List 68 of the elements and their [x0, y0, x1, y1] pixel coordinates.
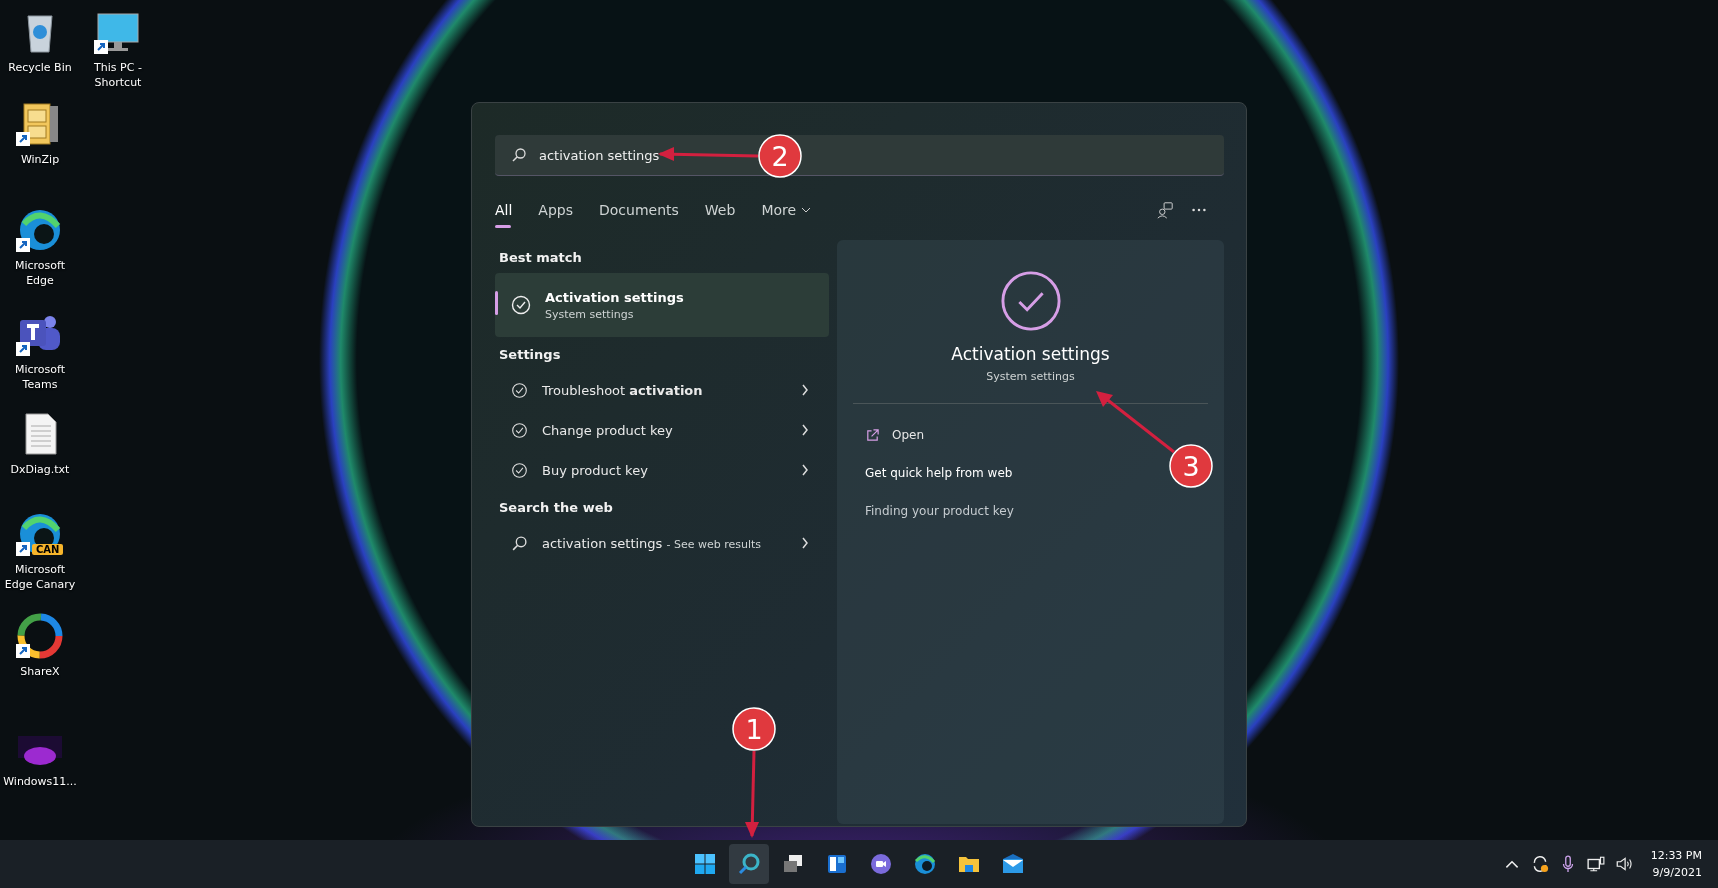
search-query: activation settings [539, 147, 660, 163]
chevron-right-icon [801, 537, 809, 549]
chevron-right-icon [801, 464, 809, 476]
result-label: Change product key [542, 422, 674, 438]
step-number: 1 [745, 714, 763, 745]
filter-tab[interactable]: More [753, 192, 820, 228]
step-marker [1169, 444, 1213, 488]
ring-logo-icon[interactable] [16, 612, 64, 660]
desktop-icon-label[interactable]: Recycle Bin [8, 60, 72, 75]
widgets-icon [825, 852, 849, 876]
step-number: 2 [771, 141, 789, 172]
filter-tab[interactable]: Apps [530, 192, 581, 228]
filter-tab[interactable]: Web [696, 192, 744, 228]
speaker-icon[interactable] [1614, 855, 1633, 873]
result-label: Buy product key [542, 462, 649, 478]
section-heading: Settings [498, 346, 562, 364]
settings-result[interactable]: Buy product key [495, 450, 829, 490]
network-monitor-icon[interactable] [1586, 855, 1605, 873]
desktop-icon-label[interactable]: Microsoft Teams [2, 362, 78, 392]
step-marker [732, 707, 776, 751]
help-link[interactable]: Finding your product key [853, 492, 1014, 530]
result-label: Troubleshoot activation [542, 382, 704, 398]
preview-title: Activation settings [951, 344, 1110, 364]
check-circle-icon [511, 461, 528, 479]
step-number: 3 [1182, 451, 1200, 482]
help-heading: Get quick help from web [864, 465, 1013, 482]
desktop-icon-label[interactable]: This PC - Shortcut [80, 60, 156, 90]
result-label: activation settings - See web results [542, 535, 763, 551]
search-button[interactable] [729, 844, 769, 884]
envelope-icon [1001, 852, 1025, 876]
browser-logo-icon [913, 852, 937, 876]
section-heading: Search the web [498, 499, 614, 517]
filter-tab[interactable]: Documents [591, 192, 687, 228]
preview-subtitle: System settings [986, 370, 1075, 383]
desktop-icon-label[interactable]: ShareX [20, 664, 60, 679]
settings-result[interactable]: Troubleshoot activation [495, 370, 829, 410]
clock[interactable]: 12:33 PM 9/9/2021 [1642, 847, 1710, 881]
result-title: Activation settings [545, 289, 684, 305]
chevron-right-icon [801, 384, 809, 396]
search-icon [737, 852, 761, 876]
people-chat-icon[interactable] [1156, 201, 1174, 219]
open-link[interactable]: Open [853, 416, 925, 454]
desktop-icon-label[interactable]: Microsoft Edge Canary [2, 562, 78, 592]
canary-badge: CAN [32, 544, 64, 555]
check-circle-icon [511, 421, 528, 439]
windows-logo-icon [693, 852, 717, 876]
check-circle-icon [999, 270, 1062, 332]
check-circle-icon [511, 381, 528, 399]
chevron-right-icon [801, 424, 809, 436]
desktop-icon-label[interactable]: DxDiag.txt [10, 462, 70, 477]
open-external-icon [865, 427, 880, 443]
clock-time: 12:33 PM [1650, 848, 1702, 864]
section-heading: Best match [498, 249, 583, 267]
result-subtitle: System settings [545, 307, 635, 321]
best-match-result[interactable]: Activation settings System settings [495, 273, 829, 337]
clock-date: 9/9/2021 [1652, 865, 1702, 881]
search-icon [511, 534, 528, 552]
chevron-down-icon [801, 207, 812, 213]
filter-tab[interactable]: All [495, 192, 521, 228]
desktop-icon-label[interactable]: Microsoft Edge [2, 258, 78, 288]
check-circle-icon [511, 295, 531, 315]
web-search-result[interactable]: activation settings - See web results [495, 523, 829, 563]
step-marker [758, 134, 802, 178]
desktop-icon-label[interactable]: Windows11... [3, 774, 77, 789]
desktop-icon-label[interactable]: WinZip [20, 152, 60, 167]
search-icon [511, 147, 527, 163]
settings-result[interactable]: Change product key [495, 410, 829, 450]
video-chat-icon [869, 852, 893, 876]
